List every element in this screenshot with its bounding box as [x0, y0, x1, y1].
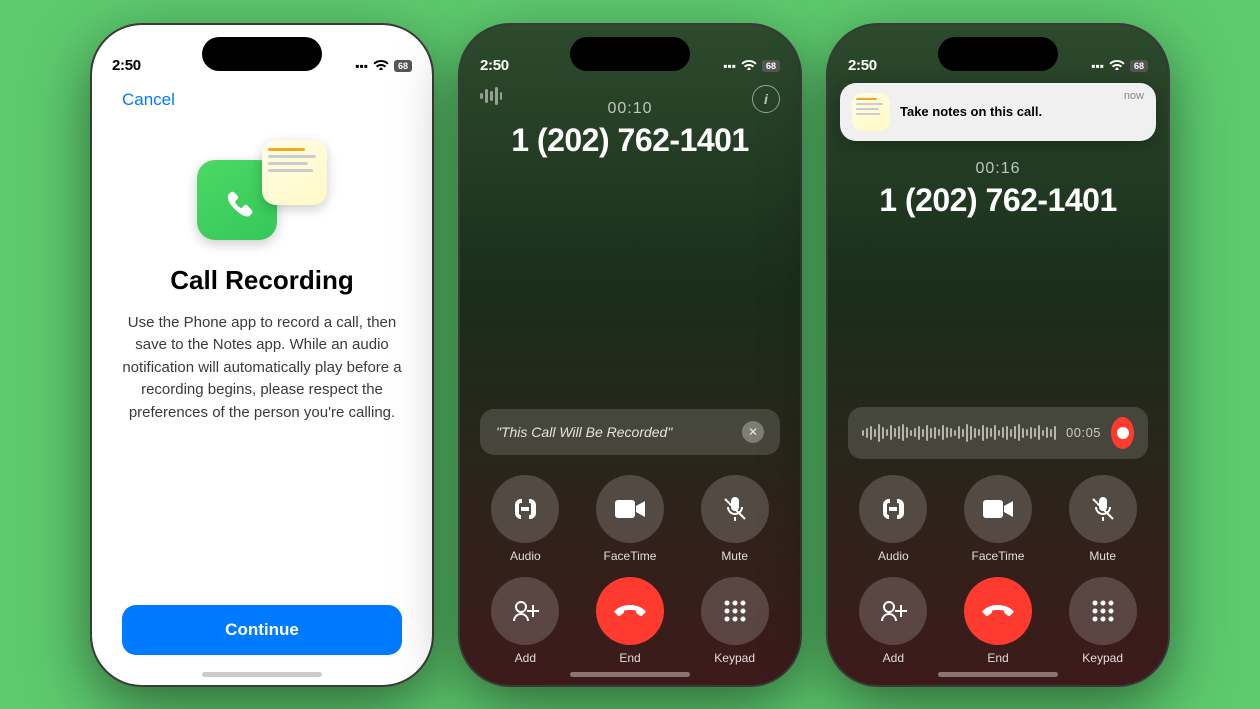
recording-notice-text: "This Call Will Be Recorded"	[496, 424, 672, 440]
facetime-button-3[interactable]: FaceTime	[953, 475, 1044, 563]
mute-label-3: Mute	[1089, 549, 1116, 563]
home-indicator-3	[938, 672, 1058, 677]
wifi-icon-3	[1109, 59, 1125, 74]
call-content-2: 00:10 1 (202) 762-1401 "This Call Will B…	[460, 80, 800, 685]
recording-wave-bar: 00:05	[848, 407, 1148, 459]
keypad-btn-circle-2	[701, 577, 769, 645]
dynamic-island-2	[570, 37, 690, 71]
notification-content: now Take notes on this call.	[900, 104, 1144, 120]
signal-icon-3: ▪▪▪	[1091, 59, 1104, 73]
dynamic-island-3	[938, 37, 1058, 71]
status-icons-3: ▪▪▪ 68	[1091, 59, 1148, 74]
status-time-1: 2:50	[112, 57, 141, 74]
mute-label-2: Mute	[721, 549, 748, 563]
notification-title: Take notes on this call.	[900, 104, 1144, 119]
phone1-screen: 2:50 ▪▪▪ 68 Cancel	[92, 25, 432, 685]
add-button-2[interactable]: Add	[480, 577, 571, 665]
phone-1: 2:50 ▪▪▪ 68 Cancel	[92, 25, 432, 685]
add-btn-circle-2	[491, 577, 559, 645]
notes-notif-icon	[852, 93, 890, 131]
keypad-button-2[interactable]: Keypad	[689, 577, 780, 665]
call-timer-2: 00:10	[607, 100, 652, 118]
audio-btn-circle-3	[859, 475, 927, 543]
phone-3: 2:50 ▪▪▪ 68 now Take notes o	[828, 25, 1168, 685]
audio-label-3: Audio	[878, 549, 909, 563]
status-time-2: 2:50	[480, 57, 509, 74]
dismiss-recording-notice[interactable]: ✕	[742, 421, 764, 443]
notification-banner[interactable]: now Take notes on this call.	[840, 83, 1156, 141]
call-number-2: 1 (202) 762-1401	[511, 122, 749, 159]
app-icons-group	[197, 140, 327, 240]
audio-button-2[interactable]: Audio	[480, 475, 571, 563]
facetime-btn-circle-3	[964, 475, 1032, 543]
keypad-button-3[interactable]: Keypad	[1057, 577, 1148, 665]
battery-icon-1: 68	[394, 60, 412, 72]
end-label-3: End	[987, 651, 1008, 665]
end-label-2: End	[619, 651, 640, 665]
waveform	[862, 423, 1056, 443]
add-label-2: Add	[515, 651, 536, 665]
end-btn-circle-2	[596, 577, 664, 645]
facetime-button-2[interactable]: FaceTime	[585, 475, 676, 563]
cancel-button[interactable]: Cancel	[122, 90, 175, 110]
keypad-label-3: Keypad	[1082, 651, 1123, 665]
dynamic-island-1	[202, 37, 322, 71]
battery-icon-2: 68	[762, 60, 780, 72]
end-button-2[interactable]: End	[585, 577, 676, 665]
facetime-label-3: FaceTime	[972, 549, 1025, 563]
wifi-icon-2	[741, 59, 757, 74]
facetime-label-2: FaceTime	[604, 549, 657, 563]
end-btn-circle-3	[964, 577, 1032, 645]
add-button-3[interactable]: Add	[848, 577, 939, 665]
call-timer-3: 00:16	[975, 160, 1020, 178]
status-icons-1: ▪▪▪ 68	[355, 59, 412, 74]
phone2-screen: 2:50 ▪▪▪ 68 i 0	[460, 25, 800, 685]
call-number-3: 1 (202) 762-1401	[879, 182, 1117, 219]
status-time-3: 2:50	[848, 57, 877, 74]
wave-timer: 00:05	[1066, 425, 1101, 440]
recording-description: Use the Phone app to record a call, then…	[122, 312, 402, 425]
notes-app-icon	[262, 140, 327, 205]
mute-btn-circle-2	[701, 475, 769, 543]
end-button-3[interactable]: End	[953, 577, 1044, 665]
recording-notice-bar: "This Call Will Be Recorded" ✕	[480, 409, 780, 455]
audio-label-2: Audio	[510, 549, 541, 563]
call-buttons-grid-2: Audio FaceTime	[480, 475, 780, 665]
phone3-screen: 2:50 ▪▪▪ 68 now Take notes o	[828, 25, 1168, 685]
facetime-btn-circle-2	[596, 475, 664, 543]
keypad-btn-circle-3	[1069, 577, 1137, 645]
home-indicator-1	[202, 672, 322, 677]
add-btn-circle-3	[859, 577, 927, 645]
wifi-icon	[373, 59, 389, 74]
audio-button-3[interactable]: Audio	[848, 475, 939, 563]
signal-icon: ▪▪▪	[355, 59, 368, 73]
notification-time: now	[1124, 90, 1144, 102]
signal-icon-2: ▪▪▪	[723, 59, 736, 73]
home-indicator-2	[570, 672, 690, 677]
recording-title: Call Recording	[170, 265, 353, 296]
mute-button-3[interactable]: Mute	[1057, 475, 1148, 563]
call-buttons-grid-3: Audio FaceTime	[848, 475, 1148, 665]
phone-2: 2:50 ▪▪▪ 68 i 0	[460, 25, 800, 685]
battery-icon-3: 68	[1130, 60, 1148, 72]
status-icons-2: ▪▪▪ 68	[723, 59, 780, 74]
phone1-content: Cancel Call Recording Use t	[92, 80, 432, 685]
mute-btn-circle-3	[1069, 475, 1137, 543]
record-stop-button[interactable]	[1111, 417, 1134, 449]
add-label-3: Add	[883, 651, 904, 665]
call-content-3: 00:16 1 (202) 762-1401	[828, 140, 1168, 685]
mute-button-2[interactable]: Mute	[689, 475, 780, 563]
continue-button[interactable]: Continue	[122, 605, 402, 655]
audio-btn-circle-2	[491, 475, 559, 543]
record-dot	[1117, 427, 1129, 439]
keypad-label-2: Keypad	[714, 651, 755, 665]
